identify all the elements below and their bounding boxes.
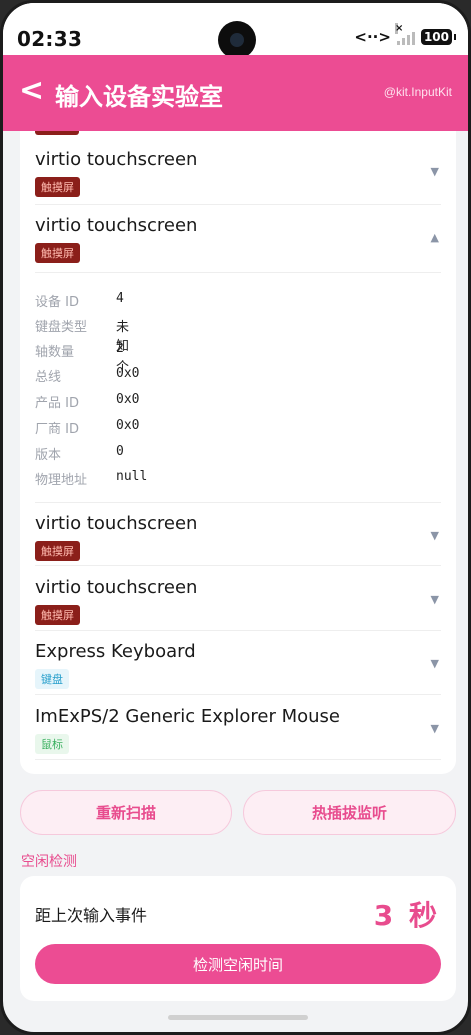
detail-value: null	[116, 469, 148, 484]
device-type-tag: 键盘	[35, 669, 69, 689]
detail-key: 总线	[35, 370, 62, 385]
no-signal-mark: ×	[394, 23, 404, 34]
chevron-up-icon[interactable]: ▲	[431, 231, 439, 244]
scrolled-tag-edge	[35, 131, 79, 135]
device-name: virtio touchscreen	[35, 513, 198, 534]
status-icons: <··> × 100	[354, 23, 457, 46]
device-item[interactable]: Express Keyboard 键盘 ▼	[35, 631, 441, 695]
detail-key: 厂商 ID	[35, 422, 79, 437]
device-item-expanded[interactable]: virtio touchscreen 触摸屏 ▲	[35, 205, 441, 272]
detail-value: 0x0	[116, 418, 140, 433]
kit-label: @kit.InputKit	[383, 85, 452, 99]
device-name: Express Keyboard	[35, 641, 196, 662]
device-name: ImExPS/2 Generic Explorer Mouse	[35, 706, 340, 727]
device-name: virtio touchscreen	[35, 149, 198, 170]
detail-value: 0	[116, 444, 124, 459]
status-bar: 02:33 <··> × 100	[3, 3, 468, 59]
signal-icon: ×	[394, 23, 415, 45]
detail-key: 版本	[35, 448, 62, 463]
device-type-tag: 触摸屏	[35, 541, 80, 561]
check-idle-button[interactable]: 检测空闲时间	[35, 944, 441, 984]
hotplug-monitor-button[interactable]: 热插拔监听	[243, 790, 456, 835]
idle-label: 距上次输入事件	[35, 906, 148, 925]
device-type-tag: 触摸屏	[35, 605, 80, 625]
chevron-down-icon[interactable]: ▼	[431, 165, 439, 178]
detail-key: 轴数量	[35, 345, 75, 360]
device-type-tag: 鼠标	[35, 734, 69, 754]
battery-icon: 100	[420, 29, 457, 45]
device-item[interactable]: virtio touchscreen 触摸屏 ▼	[35, 139, 441, 205]
phone-screen: 02:33 <··> × 100 < 输入设备实验室 @kit.InputKit…	[0, 0, 471, 1035]
detail-value: 0x0	[116, 392, 140, 407]
detail-key: 设备 ID	[35, 295, 79, 310]
device-name: virtio touchscreen	[35, 577, 198, 598]
divider	[35, 272, 441, 273]
detail-key: 产品 ID	[35, 396, 79, 411]
chevron-down-icon[interactable]: ▼	[431, 593, 439, 606]
detail-key: 物理地址	[35, 473, 88, 488]
detail-key: 键盘类型	[35, 320, 88, 335]
device-name: virtio touchscreen	[35, 215, 198, 236]
device-type-tag: 触摸屏	[35, 177, 80, 197]
idle-detection-card: 距上次输入事件 3 秒 检测空闲时间	[20, 876, 456, 1001]
status-time: 02:33	[17, 27, 83, 51]
device-item[interactable]: ImExPS/2 Generic Explorer Mouse 鼠标 ▼	[35, 696, 441, 760]
network-icon: <··>	[354, 28, 391, 46]
detail-value: 4	[116, 291, 124, 306]
device-list-card: virtio touchscreen 触摸屏 ▼ virtio touchscr…	[20, 131, 456, 774]
camera-cutout	[218, 21, 256, 59]
chevron-down-icon[interactable]: ▼	[431, 657, 439, 670]
idle-section-title: 空闲检测	[21, 854, 77, 870]
chevron-down-icon[interactable]: ▼	[431, 722, 439, 735]
rescan-button[interactable]: 重新扫描	[20, 790, 232, 835]
device-item[interactable]: virtio touchscreen 触摸屏 ▼	[35, 567, 441, 631]
back-icon[interactable]: <	[19, 73, 44, 108]
device-item[interactable]: virtio touchscreen 触摸屏 ▼	[35, 503, 441, 566]
home-indicator[interactable]	[168, 1015, 308, 1020]
app-header: < 输入设备实验室 @kit.InputKit	[3, 55, 468, 131]
detail-value: 0x0	[116, 366, 140, 381]
page-title: 输入设备实验室	[55, 83, 223, 111]
chevron-down-icon[interactable]: ▼	[431, 529, 439, 542]
device-type-tag: 触摸屏	[35, 243, 80, 263]
idle-time-value: 3 秒	[373, 899, 440, 932]
device-details: 设备 ID 4 键盘类型 未知 轴数量 2 个 总线 0x0 产品 ID 0x0…	[35, 281, 441, 503]
